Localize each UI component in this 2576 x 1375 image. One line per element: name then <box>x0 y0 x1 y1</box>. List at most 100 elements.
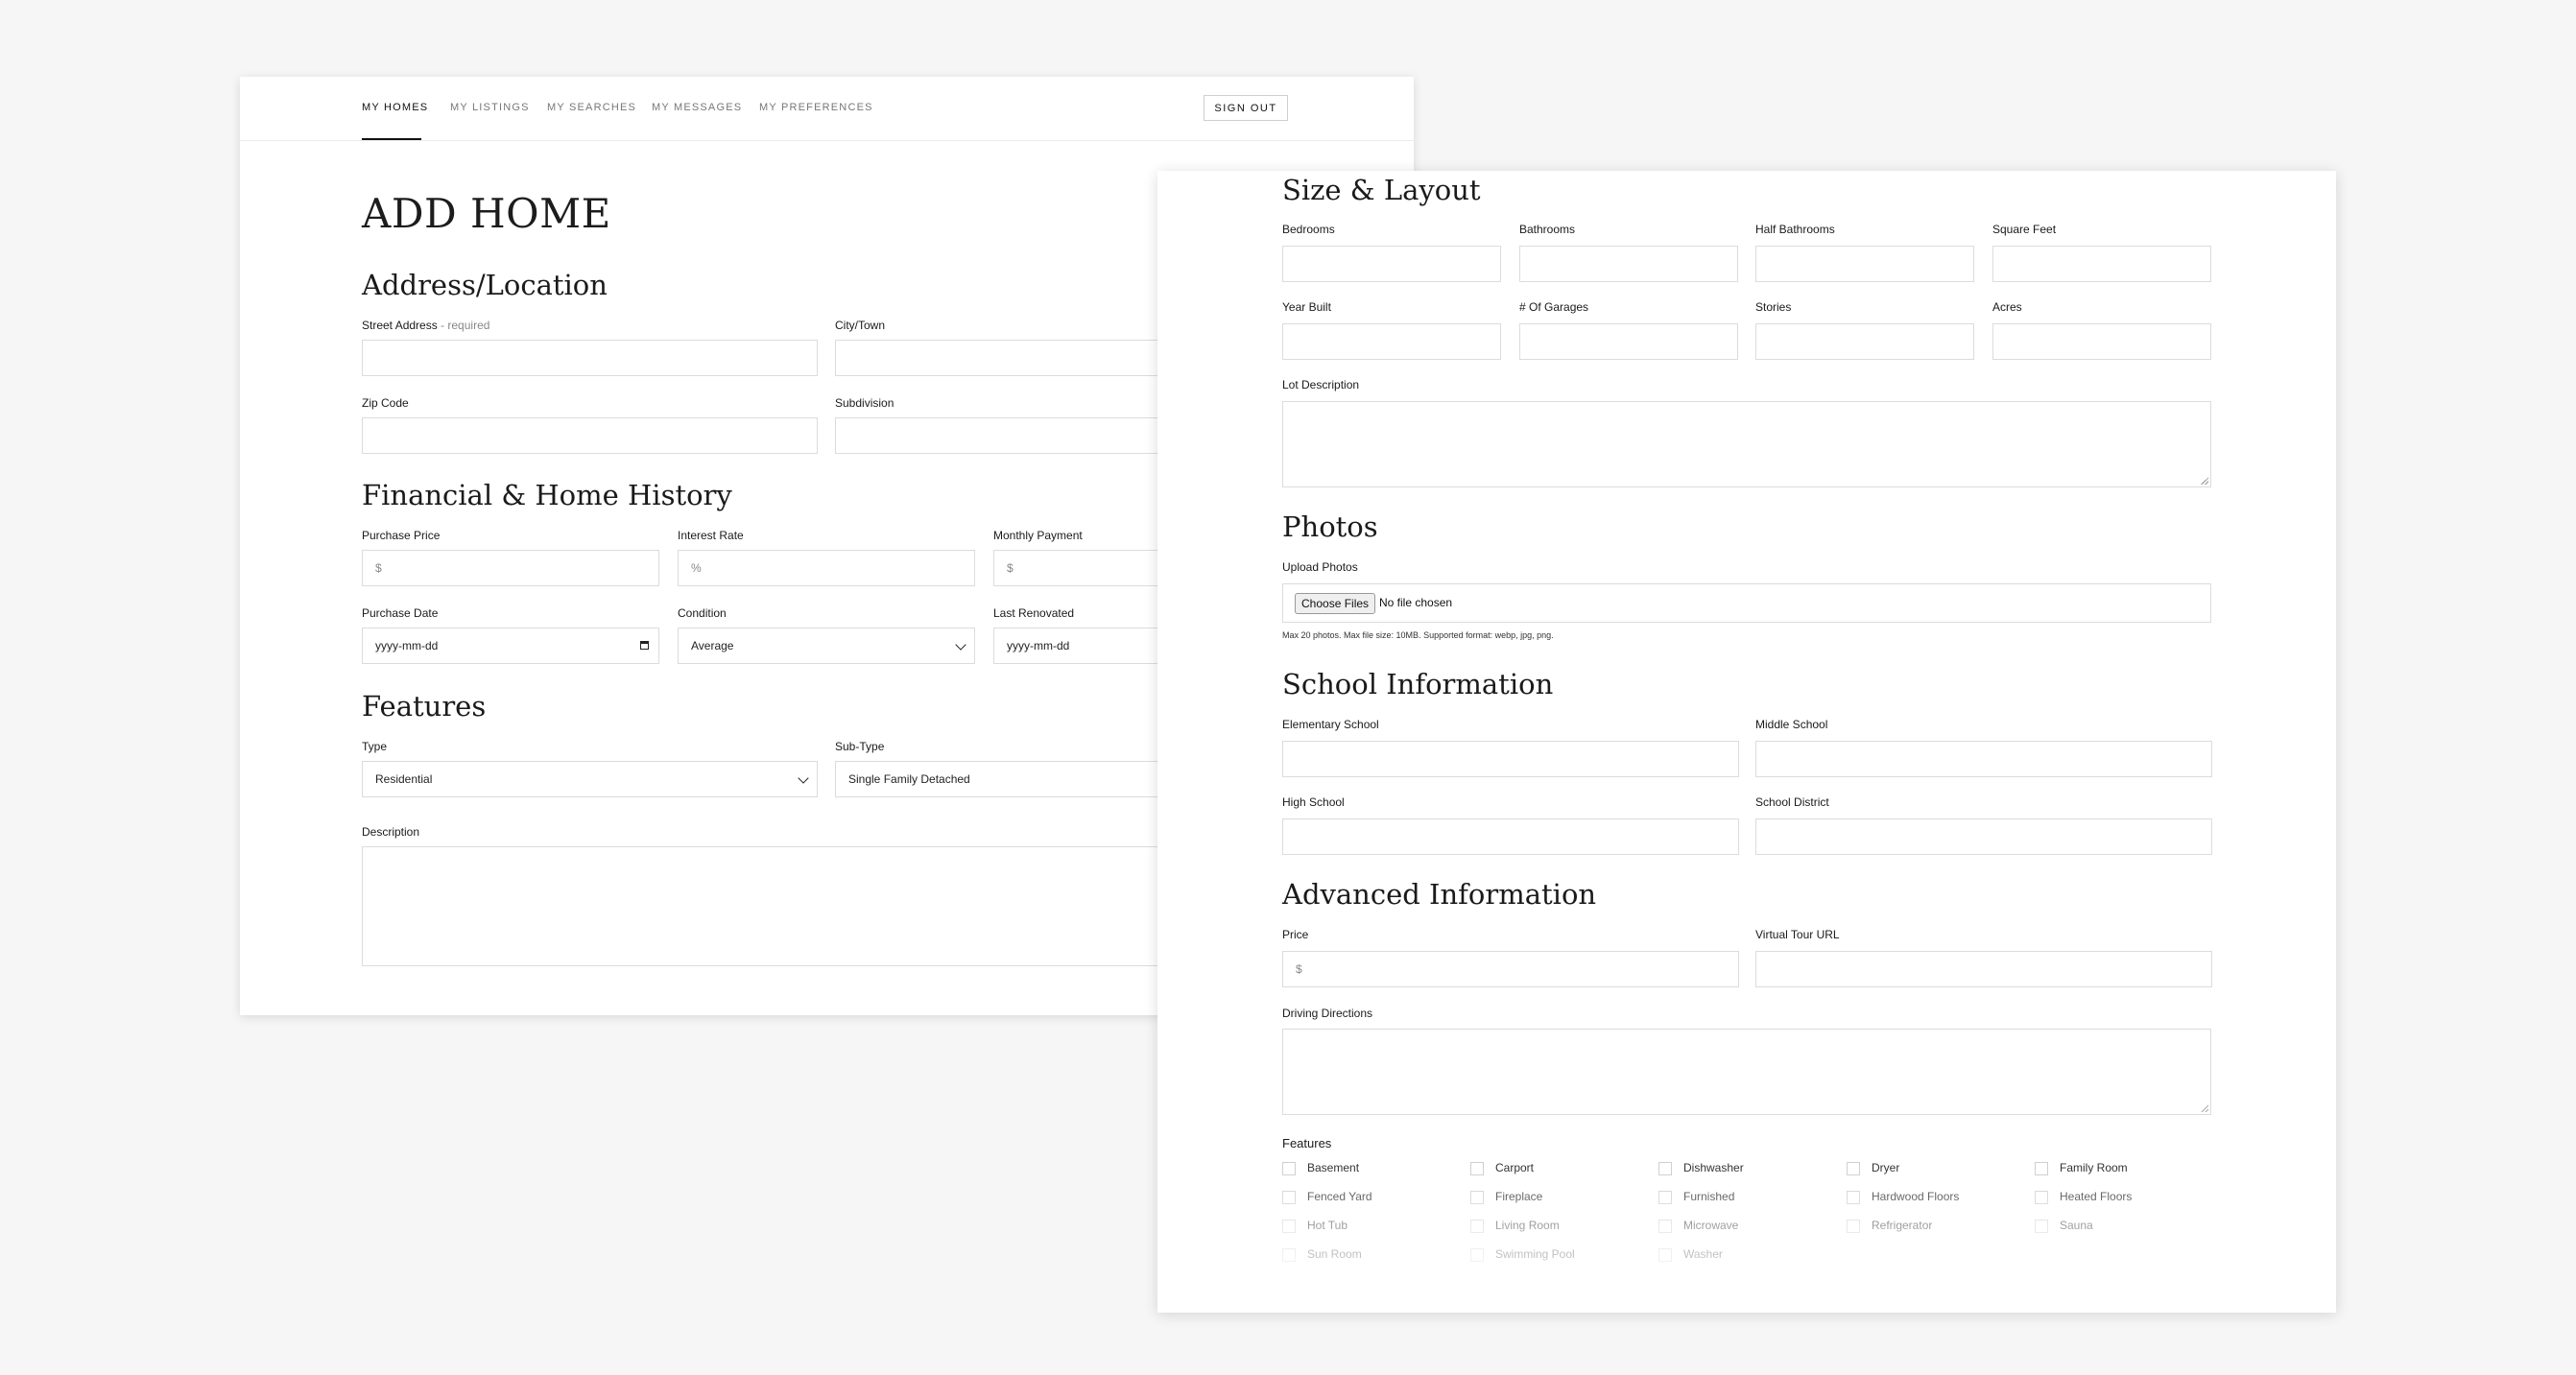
bathrooms-input[interactable] <box>1519 246 1738 282</box>
advanced-heading: Advanced Information <box>1282 878 1597 911</box>
street-address-input[interactable] <box>362 340 818 376</box>
checkbox-hardwood-floors[interactable] <box>1847 1191 1860 1204</box>
checkbox-fireplace[interactable] <box>1470 1191 1484 1204</box>
checkbox-swimming-pool[interactable] <box>1470 1248 1484 1262</box>
stories-label: Stories <box>1755 300 1792 314</box>
city-label: City/Town <box>835 319 886 332</box>
nav-my-preferences[interactable]: MY PREFERENCES <box>759 102 873 113</box>
resize-handle-icon[interactable] <box>2201 1104 2208 1112</box>
acres-label: Acres <box>1992 300 2022 314</box>
checkbox-sun-room[interactable] <box>1282 1248 1296 1262</box>
resize-handle-icon[interactable] <box>2201 477 2208 485</box>
type-select[interactable]: Residential <box>362 761 818 797</box>
page-title: ADD HOME <box>362 190 611 237</box>
last-renovated-input[interactable]: yyyy-mm-dd <box>993 628 1166 664</box>
checkbox-sauna[interactable] <box>2035 1220 2048 1233</box>
lot-description-textarea[interactable] <box>1282 401 2211 487</box>
checkbox-living-room[interactable] <box>1470 1220 1484 1233</box>
condition-select[interactable]: Average <box>678 628 975 664</box>
price-input[interactable]: $ <box>1282 951 1739 987</box>
virtual-tour-input[interactable] <box>1755 951 2212 987</box>
checkbox-label-furnished: Furnished <box>1683 1190 1735 1203</box>
year-built-input[interactable] <box>1282 323 1501 360</box>
lot-description-label: Lot Description <box>1282 378 1360 391</box>
description-label: Description <box>362 825 420 839</box>
half-bathrooms-input[interactable] <box>1755 246 1974 282</box>
middle-school-label: Middle School <box>1755 718 1828 731</box>
interest-rate-input[interactable]: % <box>678 550 975 586</box>
purchase-date-input[interactable]: yyyy-mm-dd <box>362 628 659 664</box>
checkbox-dishwasher[interactable] <box>1658 1162 1672 1175</box>
nav-my-homes[interactable]: MY HOMES <box>362 102 428 113</box>
stories-input[interactable] <box>1755 323 1974 360</box>
calendar-icon[interactable] <box>640 641 649 650</box>
subdivision-input[interactable] <box>835 417 1161 454</box>
condition-label: Condition <box>678 606 727 620</box>
zip-code-input[interactable] <box>362 417 818 454</box>
checkbox-furnished[interactable] <box>1658 1191 1672 1204</box>
condition-value: Average <box>691 639 734 652</box>
subtype-label: Sub-Type <box>835 740 885 753</box>
garages-input[interactable] <box>1519 323 1738 360</box>
chevron-down-icon <box>798 772 809 784</box>
choose-files-button[interactable]: Choose Files <box>1295 593 1376 614</box>
acres-input[interactable] <box>1992 323 2211 360</box>
year-built-label: Year Built <box>1282 300 1331 314</box>
no-file-chosen-text: No file chosen <box>1379 596 1453 609</box>
checkbox-washer[interactable] <box>1658 1248 1672 1262</box>
checkbox-label-heated-floors: Heated Floors <box>2060 1190 2133 1203</box>
school-district-input[interactable] <box>1755 818 2212 855</box>
checkbox-fenced-yard[interactable] <box>1282 1191 1296 1204</box>
nav-my-messages[interactable]: MY MESSAGES <box>652 102 742 113</box>
description-textarea[interactable] <box>362 846 1168 966</box>
checkbox-label-fenced-yard: Fenced Yard <box>1307 1190 1372 1203</box>
checkbox-refrigerator[interactable] <box>1847 1220 1860 1233</box>
virtual-tour-label: Virtual Tour URL <box>1755 928 1840 941</box>
elementary-school-input[interactable] <box>1282 741 1739 777</box>
checkbox-label-hot-tub: Hot Tub <box>1307 1219 1348 1232</box>
square-feet-input[interactable] <box>1992 246 2211 282</box>
school-heading: School Information <box>1282 668 1554 700</box>
bathrooms-label: Bathrooms <box>1519 223 1576 236</box>
checkbox-hot-tub[interactable] <box>1282 1220 1296 1233</box>
subtype-select[interactable]: Single Family Detached <box>835 761 1161 797</box>
type-value: Residential <box>375 772 433 786</box>
size-layout-heading: Size & Layout <box>1282 174 1481 206</box>
chevron-down-icon <box>955 639 966 651</box>
interest-rate-label: Interest Rate <box>678 529 744 542</box>
checkbox-label-living-room: Living Room <box>1495 1219 1560 1232</box>
driving-directions-label: Driving Directions <box>1282 1007 1373 1020</box>
address-heading: Address/Location <box>362 269 608 301</box>
sign-out-button[interactable]: SIGN OUT <box>1204 95 1288 121</box>
checkbox-carport[interactable] <box>1470 1162 1484 1175</box>
checkbox-heated-floors[interactable] <box>2035 1191 2048 1204</box>
checkbox-family-room[interactable] <box>2035 1162 2048 1175</box>
checkbox-dryer[interactable] <box>1847 1162 1860 1175</box>
photos-heading: Photos <box>1282 510 1378 543</box>
city-input[interactable] <box>835 340 1161 376</box>
driving-directions-textarea[interactable] <box>1282 1029 2211 1115</box>
checkbox-microwave[interactable] <box>1658 1220 1672 1233</box>
checkbox-label-family-room: Family Room <box>2060 1161 2128 1174</box>
checkbox-label-dishwasher: Dishwasher <box>1683 1161 1744 1174</box>
top-nav: MY HOMES MY LISTINGS MY SEARCHES MY MESS… <box>240 77 1414 141</box>
square-feet-label: Square Feet <box>1992 223 2057 236</box>
checkbox-basement[interactable] <box>1282 1162 1296 1175</box>
checkbox-label-microwave: Microwave <box>1683 1219 1739 1232</box>
purchase-price-input[interactable]: $ <box>362 550 659 586</box>
garages-label: # Of Garages <box>1519 300 1589 314</box>
home-details-panel: Size & Layout Bedrooms Bathrooms Half Ba… <box>1157 171 2336 1313</box>
high-school-input[interactable] <box>1282 818 1739 855</box>
last-renovated-label: Last Renovated <box>993 606 1075 620</box>
checkbox-label-basement: Basement <box>1307 1161 1360 1174</box>
checkbox-label-refrigerator: Refrigerator <box>1872 1219 1933 1232</box>
last-renovated-value: yyyy-mm-dd <box>1007 639 1070 652</box>
bedrooms-input[interactable] <box>1282 246 1501 282</box>
purchase-date-label: Purchase Date <box>362 606 439 620</box>
middle-school-input[interactable] <box>1755 741 2212 777</box>
nav-my-searches[interactable]: MY SEARCHES <box>547 102 636 113</box>
nav-my-listings[interactable]: MY LISTINGS <box>450 102 530 113</box>
monthly-payment-input[interactable]: $ <box>993 550 1166 586</box>
checkbox-label-washer: Washer <box>1683 1247 1723 1261</box>
upload-photos-input[interactable]: Choose Files No file chosen <box>1282 583 2211 623</box>
